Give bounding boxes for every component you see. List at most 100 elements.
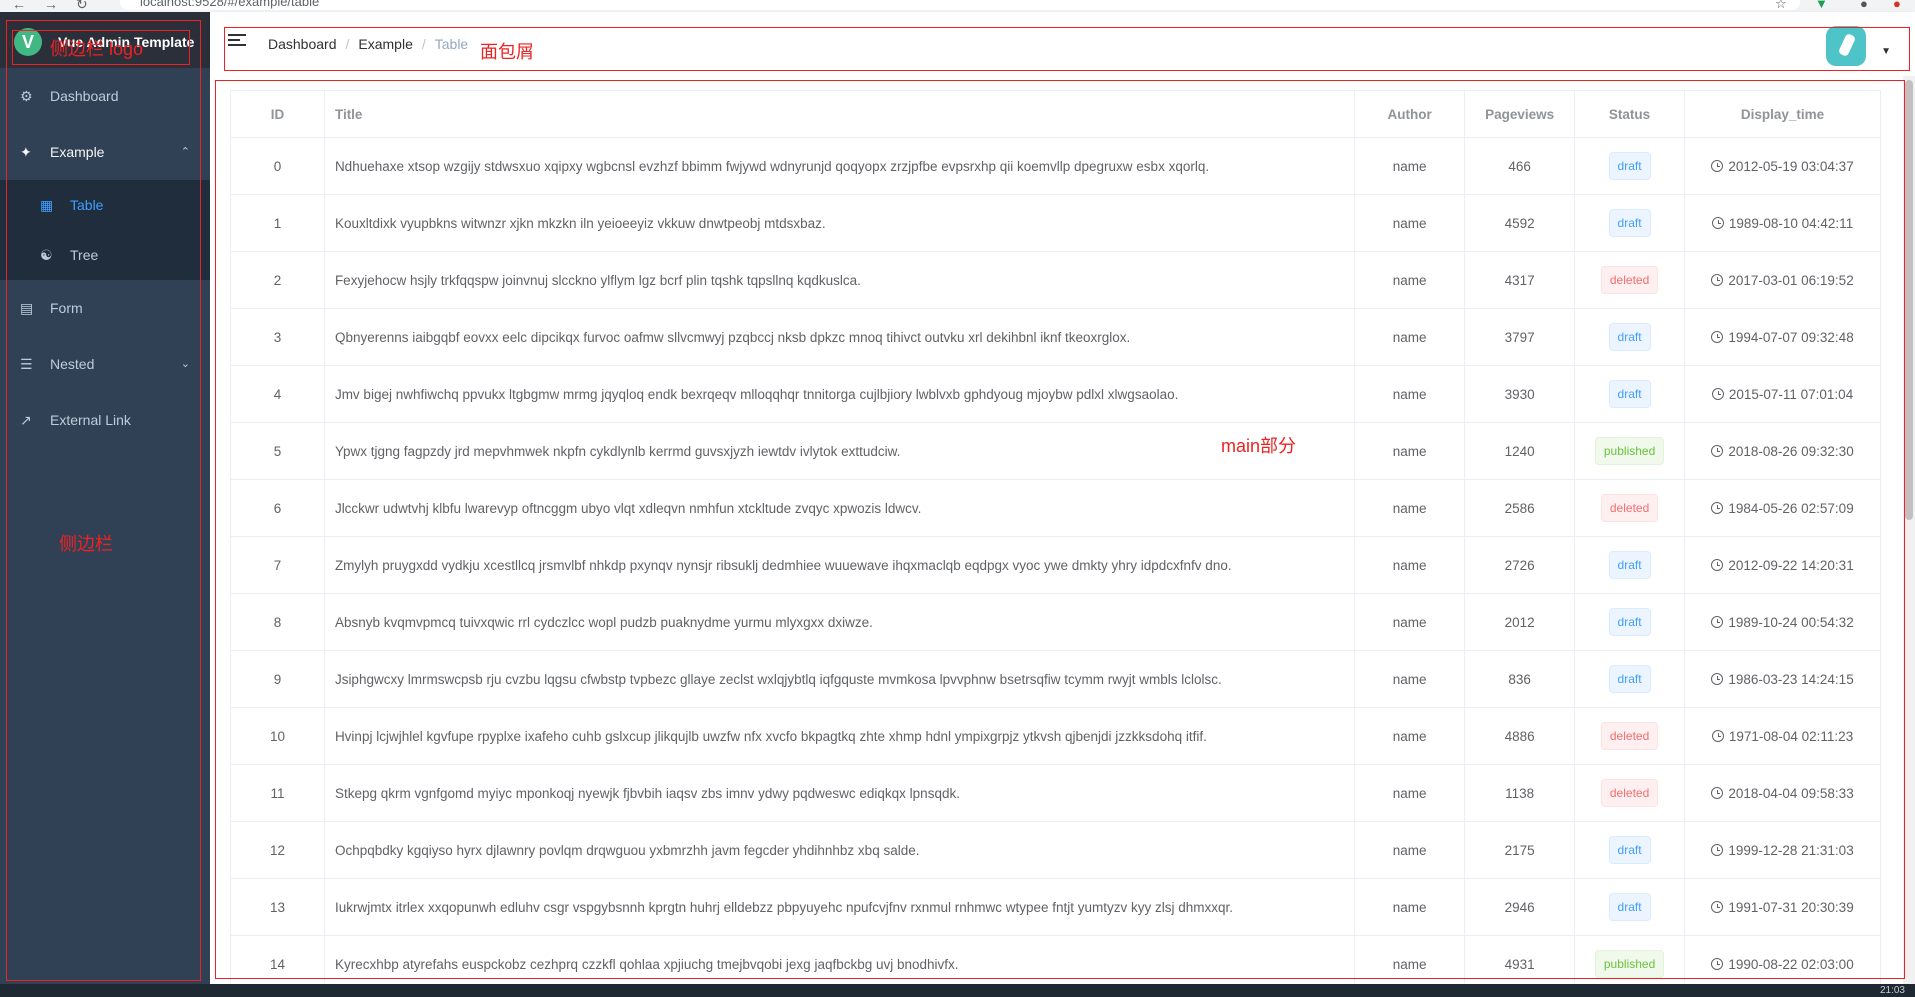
display-time-text: 2012-09-22 14:20:31 xyxy=(1728,557,1854,573)
cell-pageviews: 4931 xyxy=(1464,935,1576,984)
table-row[interactable]: 5 Ypwx tjgng fagpzdy jrd mepvhmwek nkpfn … xyxy=(230,422,1881,480)
back-icon[interactable]: ← xyxy=(12,0,26,12)
sidebar-item-label: Example xyxy=(50,144,105,160)
header-status[interactable]: Status xyxy=(1574,90,1686,138)
sidebar-item-form[interactable]: ▤ Form xyxy=(0,280,210,336)
avatar[interactable] xyxy=(1826,26,1866,66)
cell-pageviews: 4886 xyxy=(1464,707,1576,765)
cell-id: 12 xyxy=(230,821,325,879)
bookmark-star-icon[interactable]: ☆ xyxy=(1775,0,1787,12)
cell-pageviews: 2012 xyxy=(1464,593,1576,651)
clock-icon xyxy=(1711,159,1724,172)
cell-display-time: 2015-07-11 07:01:04 xyxy=(1684,365,1881,423)
display-time-text: 1990-08-22 02:03:00 xyxy=(1728,956,1854,972)
table-row[interactable]: 4 Jmv bigej nwhfiwchq ppvukx ltgbgmw mrmg… xyxy=(230,365,1881,423)
address-bar[interactable]: localhost:9528/#/example/table xyxy=(120,0,1800,10)
sidebar-item-external-link[interactable]: ↗ External Link xyxy=(0,392,210,448)
cell-pageviews: 1240 xyxy=(1464,422,1576,480)
breadcrumb-example[interactable]: Example xyxy=(358,36,412,52)
clock-icon xyxy=(1711,900,1724,913)
cell-title: Fexyjehocw hsjly trkfqqspw joinvnuj slcc… xyxy=(323,251,1356,309)
extension-icon[interactable]: ▼ xyxy=(1815,0,1828,11)
table-row[interactable]: 13 Iukrwjmtx itrlex xxqopunwh edluhv csgr… xyxy=(230,878,1881,936)
header-title[interactable]: Title xyxy=(323,90,1356,138)
table-row[interactable]: 9 Jsiphgwcxy lmrmswcpsb rju cvzbu lqgsu c… xyxy=(230,650,1881,708)
cell-author: name xyxy=(1354,194,1466,252)
table-row[interactable]: 2 Fexyjehocw hsjly trkfqqspw joinvnuj slc… xyxy=(230,251,1881,309)
table-row[interactable]: 10 Hvinpj lcjwjhlel kgvfupe rpyplxe ixafe… xyxy=(230,707,1881,765)
scrollbar-thumb[interactable] xyxy=(1905,80,1913,520)
sidebar-item-dashboard[interactable]: ⚙ Dashboard xyxy=(0,68,210,124)
cell-id: 14 xyxy=(230,935,325,984)
table-row[interactable]: 7 Zmylyh pruygxdd vydkju xcestllcq jrsmvl… xyxy=(230,536,1881,594)
table-row[interactable]: 3 Qbnyerenns iaibgqbf eovxx eelc dipcikqx… xyxy=(230,308,1881,366)
cell-id: 11 xyxy=(230,764,325,822)
table-row[interactable]: 1 Kouxltdixk vyupbkns witwnzr xjkn mkzkn … xyxy=(230,194,1881,252)
table-row[interactable]: 11 Stkepg qkrm vgnfgomd myiyc mponkoqj ny… xyxy=(230,764,1881,822)
status-badge: draft xyxy=(1608,836,1651,864)
cell-author: name xyxy=(1354,764,1466,822)
header-display-time[interactable]: Display_time xyxy=(1684,90,1881,138)
cell-status: draft xyxy=(1574,536,1686,594)
cell-status: draft xyxy=(1574,194,1686,252)
hamburger-icon[interactable] xyxy=(228,34,246,52)
cell-display-time: 2012-09-22 14:20:31 xyxy=(1684,536,1881,594)
display-time-text: 1989-10-24 00:54:32 xyxy=(1728,614,1854,630)
sidebar-item-tree[interactable]: ☯ Tree xyxy=(0,230,210,280)
cell-author: name xyxy=(1354,935,1466,984)
sidebar-item-nested[interactable]: ☰ Nested ⌄ xyxy=(0,336,210,392)
cell-author: name xyxy=(1354,821,1466,879)
cell-status: deleted xyxy=(1574,251,1686,309)
caret-down-icon[interactable]: ▼ xyxy=(1881,46,1891,57)
display-time-text: 2012-05-19 03:04:37 xyxy=(1728,158,1854,174)
status-badge: draft xyxy=(1608,665,1651,693)
sidebar-item-table[interactable]: ▦ Table xyxy=(0,180,210,230)
tree-icon: ☯ xyxy=(40,247,53,263)
cell-id: 1 xyxy=(230,194,325,252)
sidebar-item-example[interactable]: ✦ Example ⌃ xyxy=(0,124,210,180)
forward-icon[interactable]: → xyxy=(44,0,58,12)
cell-pageviews: 836 xyxy=(1464,650,1576,708)
header-pageviews[interactable]: Pageviews xyxy=(1464,90,1576,138)
cell-title: Ypwx tjgng fagpzdy jrd mepvhmwek nkpfn c… xyxy=(323,422,1356,480)
table-row[interactable]: 14 Kyrecxhbp atyrefahs euspckobz cezhprq … xyxy=(230,935,1881,984)
table-row[interactable]: 0 Ndhuehaxe xtsop wzgijy stdwsxuo xqipxy … xyxy=(230,137,1881,195)
reload-icon[interactable]: ↻ xyxy=(76,0,88,12)
cell-display-time: 1984-05-26 02:57:09 xyxy=(1684,479,1881,537)
error-icon[interactable]: ● xyxy=(1893,0,1901,11)
cell-author: name xyxy=(1354,593,1466,651)
table-row[interactable]: 6 Jlcckwr udwtvhj klbfu lwarevyp oftncggm… xyxy=(230,479,1881,537)
display-time-text: 1999-12-28 21:31:03 xyxy=(1728,842,1854,858)
table-row[interactable]: 12 Ochpqbdky kgqiyso hyrx djlawnry povlqm… xyxy=(230,821,1881,879)
browser-toolbar: ← → ↻ localhost:9528/#/example/table ☆ ▼… xyxy=(0,0,1915,12)
status-badge: deleted xyxy=(1600,779,1659,807)
cell-id: 9 xyxy=(230,650,325,708)
display-time-text: 2015-07-11 07:01:04 xyxy=(1728,386,1854,402)
status-badge: deleted xyxy=(1600,722,1659,750)
cell-title: Iukrwjmtx itrlex xxqopunwh edluhv csgr v… xyxy=(323,878,1356,936)
scrollbar[interactable] xyxy=(1903,76,1915,984)
cell-author: name xyxy=(1354,878,1466,936)
taskbar-clock: 21:03 xyxy=(1879,985,1905,996)
header-author[interactable]: Author xyxy=(1354,90,1466,138)
dashboard-icon: ⚙ xyxy=(20,88,33,104)
display-time-text: 1994-07-07 09:32:48 xyxy=(1728,329,1854,345)
clock-icon xyxy=(1711,957,1724,970)
sidebar-item-label: External Link xyxy=(50,412,131,428)
header-id[interactable]: ID xyxy=(230,90,325,138)
table-row[interactable]: 8 Absnyb kvqmvpmcq tuivxqwic rrl cydczlcc… xyxy=(230,593,1881,651)
cell-display-time: 1994-07-07 09:32:48 xyxy=(1684,308,1881,366)
main-content: ID Title Author Pageviews Status Display… xyxy=(210,76,1915,984)
cell-id: 4 xyxy=(230,365,325,423)
cell-id: 6 xyxy=(230,479,325,537)
cell-author: name xyxy=(1354,422,1466,480)
status-badge: published xyxy=(1594,950,1665,978)
breadcrumb-dashboard[interactable]: Dashboard xyxy=(268,36,337,52)
cell-title: Qbnyerenns iaibgqbf eovxx eelc dipcikqx … xyxy=(323,308,1356,366)
cell-author: name xyxy=(1354,650,1466,708)
sidebar-item-label: Form xyxy=(50,300,83,316)
profile-icon[interactable]: ● xyxy=(1860,0,1868,11)
cell-title: Ndhuehaxe xtsop wzgijy stdwsxuo xqipxy w… xyxy=(323,137,1356,195)
cell-title: Stkepg qkrm vgnfgomd myiyc mponkoqj nyew… xyxy=(323,764,1356,822)
cell-id: 5 xyxy=(230,422,325,480)
